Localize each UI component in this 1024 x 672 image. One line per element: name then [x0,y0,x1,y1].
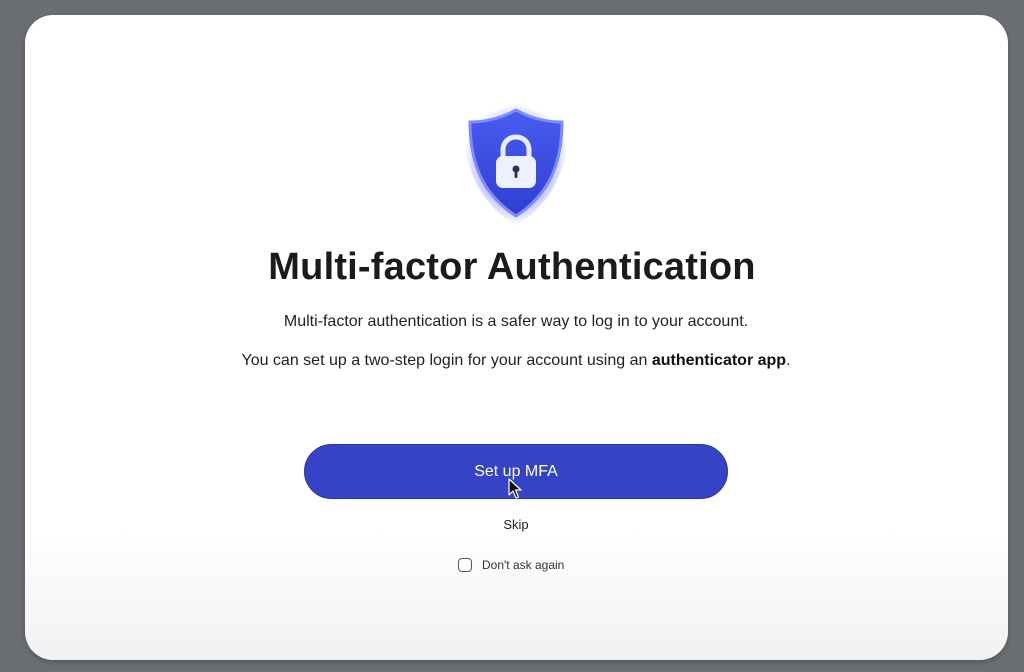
skip-link[interactable]: Skip [0,517,1024,532]
shield-lock-icon [458,100,574,228]
backdrop: Multi-factor Authentication Multi-factor… [0,0,1024,672]
authenticator-app-emphasis: authenticator app [651,352,787,369]
description-line-1: Multi-factor authentication is a safer w… [283,313,749,330]
mouse-cursor-icon [508,478,522,500]
dialog-title: Multi-factor Authentication [268,246,756,288]
dont-ask-again-label: Don't ask again [482,558,565,572]
dont-ask-again-checkbox[interactable] [458,558,472,572]
description-line-2-prefix: You can set up a two-step login for your… [241,352,652,369]
description-line-2-suffix: . [786,352,791,369]
description-line-2: You can set up a two-step login for your… [0,352,1024,370]
dont-ask-again-option[interactable]: Don't ask again [458,556,564,574]
